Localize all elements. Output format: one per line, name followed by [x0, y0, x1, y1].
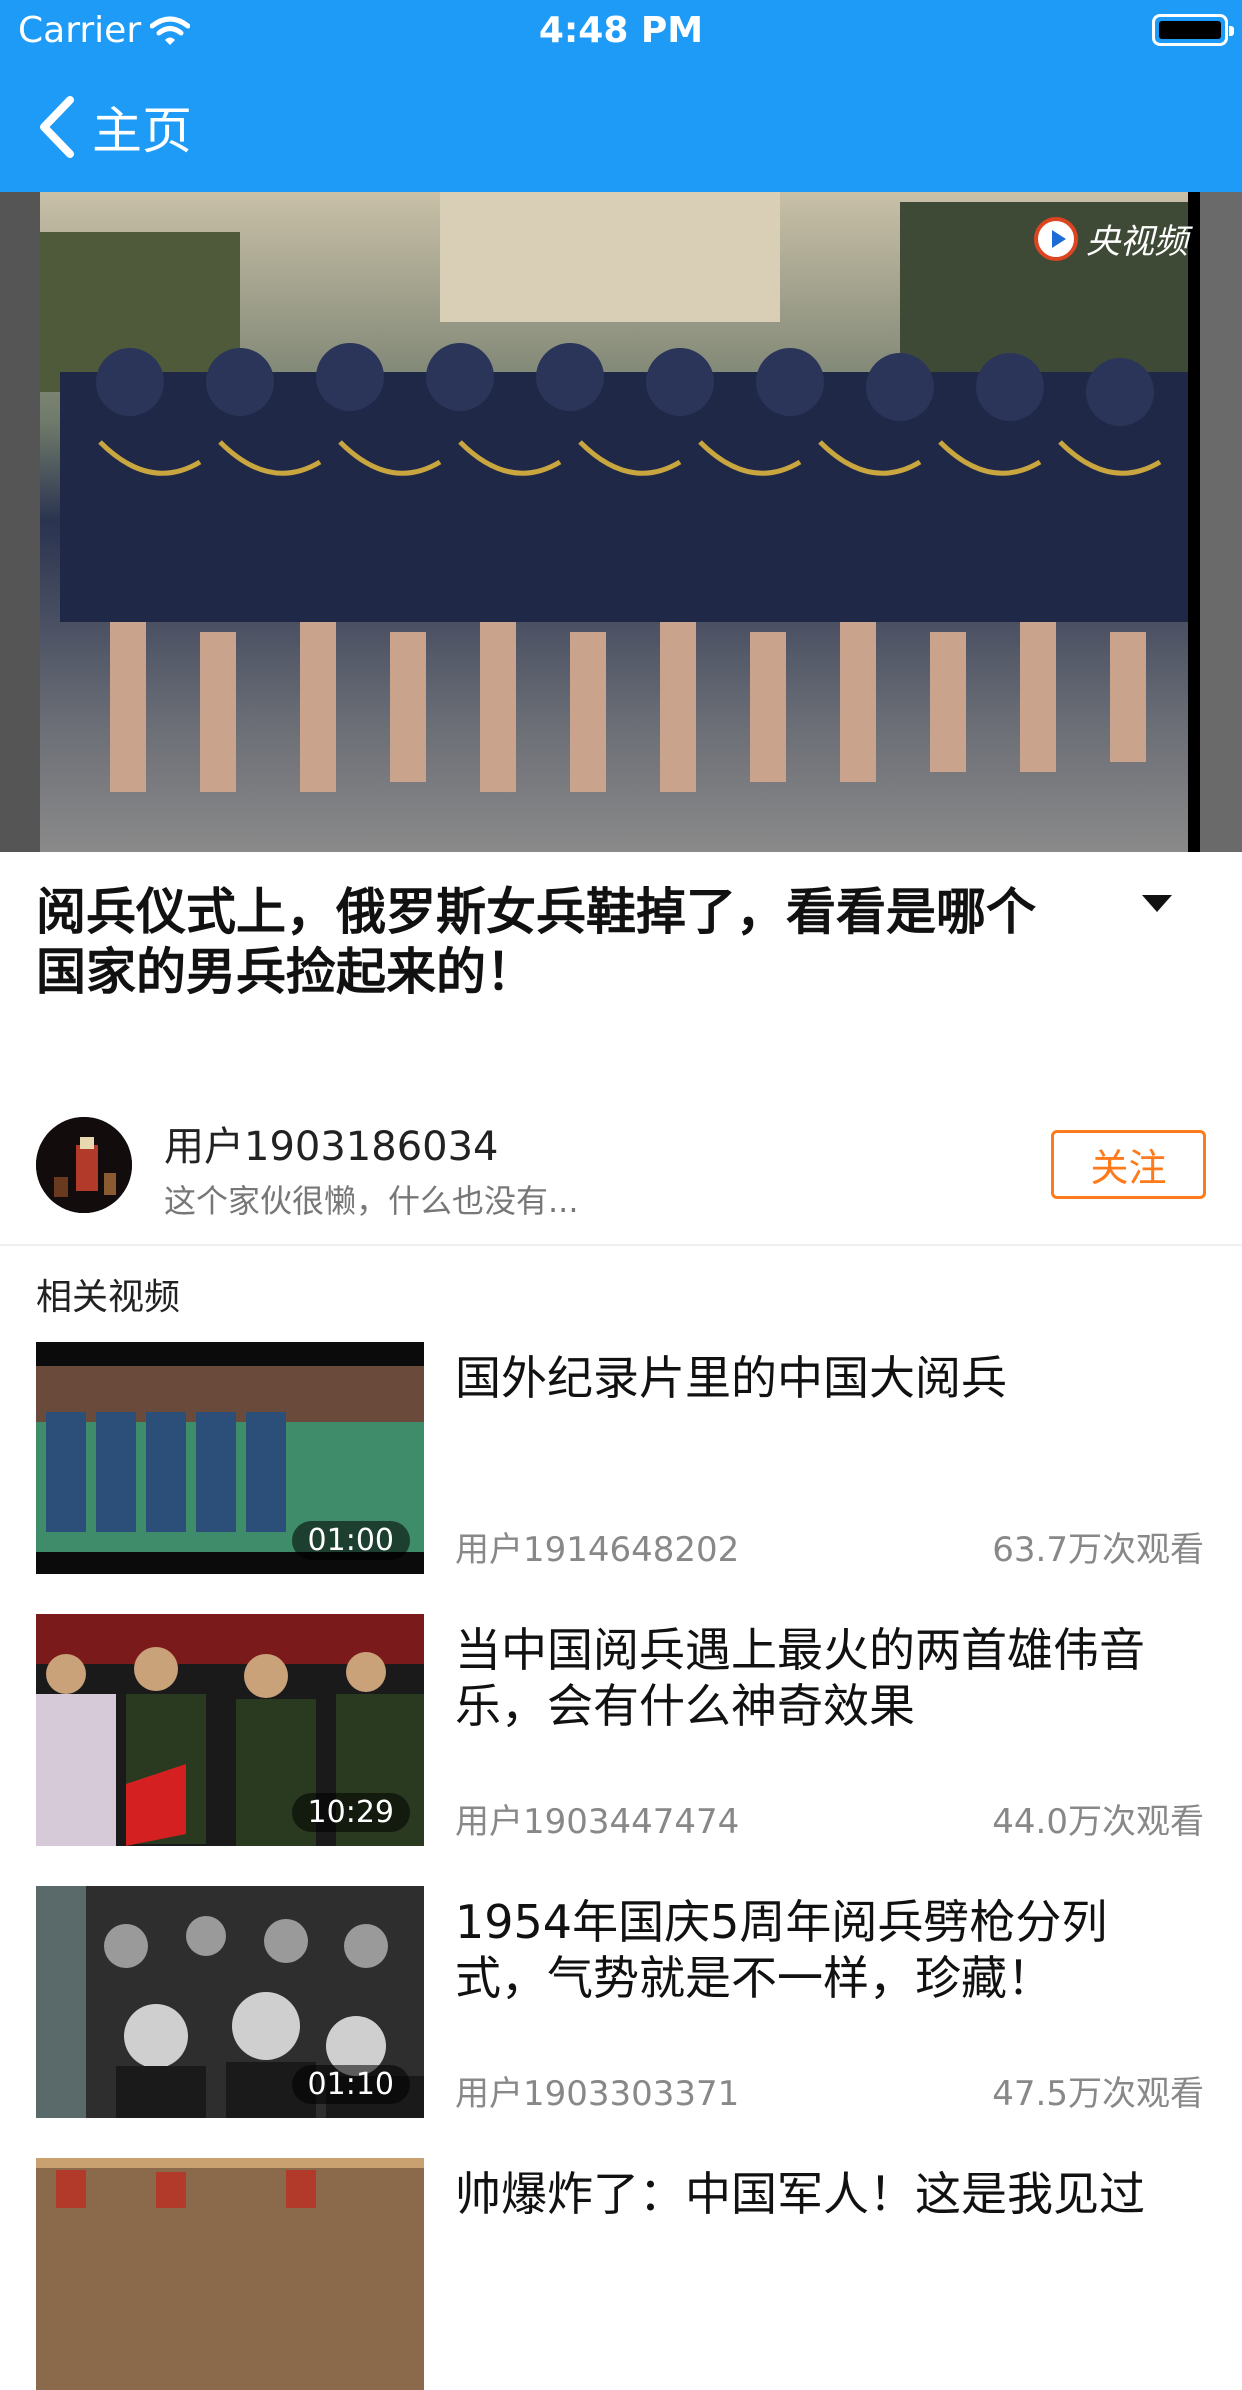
expand-arrow-icon[interactable]: [1142, 895, 1172, 912]
video-frame: [0, 192, 1242, 852]
duration-badge: 01:10: [291, 2065, 410, 2104]
back-button[interactable]: 主页: [34, 90, 192, 164]
list-item[interactable]: 01:00 国外纪录片里的中国大阅兵 用户1914648202 63.7万次观看: [0, 1342, 1242, 1574]
video-thumbnail: 10:29: [36, 1614, 424, 1846]
list-item[interactable]: 10:29 当中国阅兵遇上最火的两首雄伟音乐，会有什么神奇效果 用户190344…: [0, 1614, 1242, 1846]
follow-button[interactable]: 关注: [1051, 1130, 1206, 1199]
video-title: 阅兵仪式上，俄罗斯女兵鞋掉了，看看是哪个国家的男兵捡起来的！: [36, 883, 1036, 1001]
avatar[interactable]: [36, 1117, 132, 1213]
battery-icon: [1152, 14, 1234, 46]
section-title: 相关视频: [36, 1277, 181, 1318]
video-item-author: 用户1914648202: [455, 1530, 740, 1570]
video-thumbnail: 01:10: [36, 1886, 424, 2118]
back-label: 主页: [92, 102, 192, 160]
video-item-views: 47.5万次观看: [992, 2074, 1204, 2114]
video-item-views: 63.7万次观看: [992, 1530, 1204, 1570]
watermark-logo: 央视频: [1034, 214, 1188, 263]
chevron-left-icon: [40, 96, 74, 158]
video-item-title: 帅爆炸了：中国军人！这是我见过: [455, 2167, 1145, 2221]
video-player[interactable]: 央视频: [0, 192, 1242, 852]
status-bar: Carrier 4:48 PM: [0, 0, 1242, 62]
video-thumbnail: 01:00: [36, 1342, 424, 1574]
video-thumbnail: [36, 2158, 424, 2390]
video-item-views: 44.0万次观看: [992, 1802, 1204, 1842]
play-icon: [1034, 216, 1078, 261]
avatar-image: [36, 1117, 132, 1213]
author-bio: 这个家伙很懒，什么也没有...: [164, 1182, 579, 1220]
video-item-author: 用户1903303371: [455, 2074, 740, 2114]
video-item-title: 国外纪录片里的中国大阅兵: [455, 1351, 1007, 1405]
list-item[interactable]: 帅爆炸了：中国军人！这是我见过: [0, 2158, 1242, 2390]
video-item-title: 1954年国庆5周年阅兵劈枪分列式，气势就是不一样，珍藏！: [455, 1895, 1108, 2005]
duration-badge: 10:29: [291, 1793, 410, 1832]
video-item-author: 用户1903447474: [455, 1802, 740, 1842]
video-item-title: 当中国阅兵遇上最火的两首雄伟音乐，会有什么神奇效果: [455, 1623, 1145, 1733]
status-time: 4:48 PM: [538, 10, 704, 51]
divider: [0, 1244, 1242, 1246]
navigation-header: Carrier 4:48 PM 主页: [0, 0, 1242, 192]
author-name[interactable]: 用户1903186034: [164, 1114, 499, 1172]
duration-badge: 01:00: [291, 1521, 410, 1560]
list-item[interactable]: 01:10 1954年国庆5周年阅兵劈枪分列式，气势就是不一样，珍藏！ 用户19…: [0, 1886, 1242, 2118]
watermark-text: 央视频: [1086, 222, 1188, 262]
